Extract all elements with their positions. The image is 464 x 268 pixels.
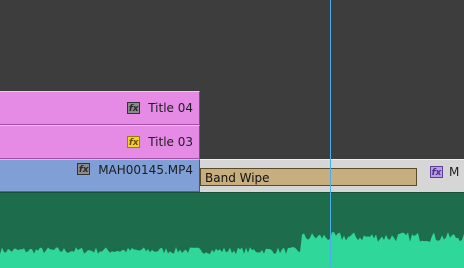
empty-track-1 (0, 0, 464, 24)
clip-video-next-label: M (449, 165, 460, 179)
fx-badge-icon[interactable]: fx (430, 166, 443, 178)
fx-badge-icon[interactable]: fx (127, 136, 141, 148)
clip-video-label: MAH00145.MP4 (98, 163, 193, 177)
transition-label: Band Wipe (205, 171, 270, 185)
fx-badge-icon[interactable]: fx (77, 163, 91, 175)
clip-title-03[interactable]: fx Title 03 (0, 125, 200, 159)
clip-video-next-label-group[interactable]: fx M (430, 162, 464, 182)
clip-title-03-label: Title 03 (148, 135, 193, 149)
audio-waveform (0, 232, 464, 268)
audio-track (0, 192, 464, 268)
transition-band-wipe[interactable]: Band Wipe (200, 168, 417, 186)
clip-video-mah00145[interactable]: fx MAH00145.MP4 (0, 159, 200, 192)
empty-track-2 (0, 23, 464, 58)
empty-track-3 (0, 57, 464, 92)
fx-badge-icon[interactable]: fx (127, 102, 141, 114)
clip-title-04[interactable]: fx Title 04 (0, 91, 200, 125)
clip-title-04-label: Title 04 (148, 101, 193, 115)
playhead-line[interactable] (330, 0, 331, 267)
